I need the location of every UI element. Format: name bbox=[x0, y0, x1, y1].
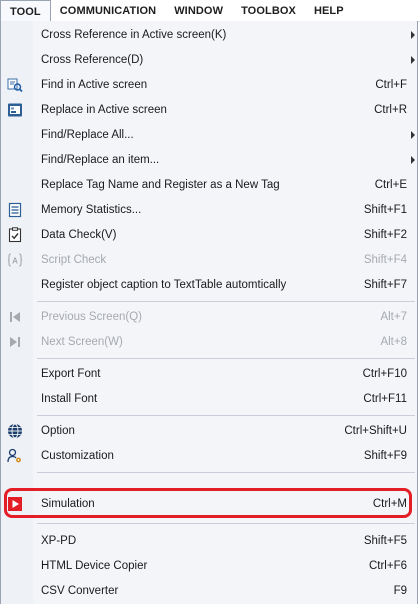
menu-item-label: Option bbox=[41, 425, 75, 437]
menu-item-replace-active[interactable]: Replace in Active screen Ctrl+R bbox=[1, 98, 417, 122]
menu-item-label: Cross Reference in Active screen(K) bbox=[41, 29, 227, 41]
replace-icon bbox=[7, 102, 23, 118]
checklist-icon bbox=[7, 227, 23, 243]
menu-item-label: Find in Active screen bbox=[41, 79, 148, 91]
menu-item-label: Script Check bbox=[41, 254, 107, 266]
menu-help[interactable]: HELP bbox=[305, 0, 353, 21]
menu-item-shortcut: Shift+F9 bbox=[363, 450, 407, 462]
menu-item-label: Next Screen(W) bbox=[41, 336, 123, 348]
menu-separator bbox=[37, 472, 415, 473]
menu-window[interactable]: WINDOW bbox=[165, 0, 232, 21]
menu-toolbox[interactable]: TOOLBOX bbox=[232, 0, 305, 21]
menu-communication[interactable]: COMMUNICATION bbox=[51, 0, 165, 21]
menu-item-install-font[interactable]: Install Font Ctrl+F11 bbox=[1, 387, 417, 411]
menu-item-label: Replace in Active screen bbox=[41, 104, 167, 116]
menu-item-option[interactable]: Option Ctrl+Shift+U bbox=[1, 419, 417, 443]
previous-icon bbox=[7, 309, 23, 325]
globe-icon bbox=[7, 423, 23, 439]
menu-item-cross-reference-active[interactable]: Cross Reference in Active screen(K) bbox=[1, 23, 417, 47]
menu-item-cross-reference[interactable]: Cross Reference(D) bbox=[1, 48, 417, 72]
menu-separator bbox=[37, 301, 415, 302]
menu-tool[interactable]: TOOL bbox=[0, 0, 51, 23]
menu-item-find-replace-item[interactable]: Find/Replace an item... bbox=[1, 148, 417, 172]
menu-item-label: XP-PD bbox=[41, 535, 77, 547]
menu-item-next-screen[interactable]: Next Screen(W) Alt+8 bbox=[1, 330, 417, 354]
menu-item-label: Export Font bbox=[41, 368, 101, 380]
tool-dropdown-menu: Cross Reference in Active screen(K) Cros… bbox=[0, 21, 418, 604]
menu-item-shortcut: Alt+7 bbox=[380, 311, 407, 323]
menu-item-replace-tag-name[interactable]: Replace Tag Name and Register as a New T… bbox=[1, 173, 417, 197]
menu-item-csv-converter[interactable]: CSV Converter F9 bbox=[1, 579, 417, 603]
users-gear-icon bbox=[7, 448, 23, 464]
menu-item-shortcut: Shift+F5 bbox=[363, 535, 407, 547]
menu-item-label: Customization bbox=[41, 450, 114, 462]
menu-item-memory-statistics[interactable]: Memory Statistics... Shift+F1 bbox=[1, 198, 417, 222]
submenu-arrow-icon bbox=[411, 56, 415, 64]
menu-item-label: CSV Converter bbox=[41, 585, 119, 597]
menu-item-shortcut: Ctrl+R bbox=[374, 104, 407, 116]
play-icon bbox=[7, 496, 23, 512]
menu-item-label: HTML Device Copier bbox=[41, 560, 148, 572]
menu-item-shortcut: Ctrl+F6 bbox=[368, 560, 407, 572]
menu-separator bbox=[37, 523, 415, 524]
submenu-arrow-icon bbox=[411, 31, 415, 39]
menu-item-label: Register object caption to TextTable aut… bbox=[41, 279, 287, 291]
menu-item-label: Memory Statistics... bbox=[41, 204, 142, 216]
menu-item-export-font[interactable]: Export Font Ctrl+F10 bbox=[1, 362, 417, 386]
script-check-icon: A bbox=[7, 252, 23, 268]
svg-text:A: A bbox=[12, 257, 18, 266]
menu-item-shortcut: Ctrl+Shift+U bbox=[344, 425, 407, 437]
menu-item-label: Simulation bbox=[41, 498, 95, 510]
submenu-arrow-icon bbox=[411, 156, 415, 164]
menu-separator bbox=[37, 415, 415, 416]
find-icon bbox=[7, 77, 23, 93]
menu-item-label: Find/Replace an item... bbox=[41, 154, 160, 166]
menu-separator bbox=[37, 358, 415, 359]
menu-item-register-caption[interactable]: Register object caption to TextTable aut… bbox=[1, 273, 417, 297]
menu-item-label: Find/Replace All... bbox=[41, 129, 134, 141]
menu-item-shortcut: Ctrl+M bbox=[372, 498, 407, 510]
menu-item-html-device-copier[interactable]: HTML Device Copier Ctrl+F6 bbox=[1, 554, 417, 578]
menu-item-label: Replace Tag Name and Register as a New T… bbox=[41, 179, 280, 191]
menu-item-simulation[interactable]: Simulation Ctrl+M bbox=[1, 492, 417, 516]
menu-item-xp-pd[interactable]: XP-PD Shift+F5 bbox=[1, 529, 417, 553]
menu-item-shortcut: Ctrl+F10 bbox=[362, 368, 407, 380]
menu-item-script-check[interactable]: A Script Check Shift+F4 bbox=[1, 248, 417, 272]
next-icon bbox=[7, 334, 23, 350]
menu-item-shortcut: F9 bbox=[393, 585, 407, 597]
menu-item-shortcut: Shift+F7 bbox=[363, 279, 407, 291]
menu-item-shortcut: Shift+F4 bbox=[363, 254, 407, 266]
menu-item-previous-screen[interactable]: Previous Screen(Q) Alt+7 bbox=[1, 305, 417, 329]
menu-item-find-active[interactable]: Find in Active screen Ctrl+F bbox=[1, 73, 417, 97]
menu-item-data-check[interactable]: Data Check(V) Shift+F2 bbox=[1, 223, 417, 247]
submenu-arrow-icon bbox=[411, 131, 415, 139]
menu-item-label: Previous Screen(Q) bbox=[41, 311, 142, 323]
menu-item-shortcut: Ctrl+F11 bbox=[363, 393, 407, 405]
memory-icon bbox=[7, 202, 23, 218]
menu-item-label: Data Check(V) bbox=[41, 229, 117, 241]
menu-item-shortcut: Shift+F1 bbox=[363, 204, 407, 216]
menu-bar: TOOL COMMUNICATION WINDOW TOOLBOX HELP bbox=[0, 0, 420, 23]
menu-item-find-replace-all[interactable]: Find/Replace All... bbox=[1, 123, 417, 147]
menu-item-shortcut: Alt+8 bbox=[380, 336, 407, 348]
menu-item-label: Install Font bbox=[41, 393, 98, 405]
menu-item-shortcut: Ctrl+E bbox=[374, 179, 407, 191]
menu-item-customization[interactable]: Customization Shift+F9 bbox=[1, 444, 417, 468]
menu-item-label: Cross Reference(D) bbox=[41, 54, 144, 66]
menu-item-shortcut: Shift+F2 bbox=[363, 229, 407, 241]
menu-item-shortcut: Ctrl+F bbox=[375, 79, 407, 91]
